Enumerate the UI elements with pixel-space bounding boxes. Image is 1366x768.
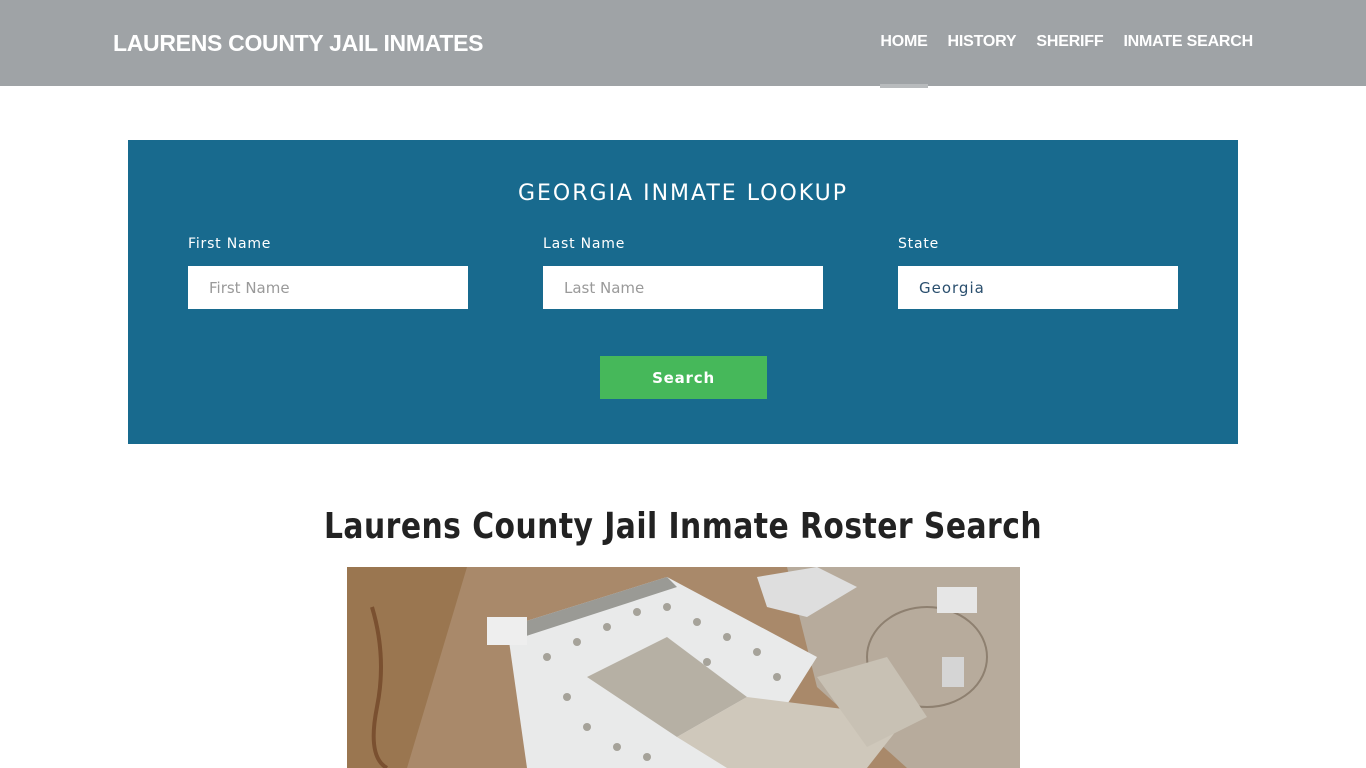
first-name-label: First Name: [188, 236, 272, 252]
last-name-input[interactable]: [543, 266, 823, 309]
search-button[interactable]: Search: [600, 356, 767, 399]
jail-aerial-illustration: [347, 567, 1020, 768]
nav-inmate-search[interactable]: INMATE SEARCH: [1123, 33, 1253, 53]
nav-sheriff[interactable]: SHERIFF: [1036, 33, 1103, 53]
main-nav: HOME HISTORY SHERIFF INMATE SEARCH: [880, 33, 1253, 88]
state-group: State Georgia: [898, 236, 1178, 309]
last-name-label: Last Name: [543, 236, 626, 252]
nav-history[interactable]: HISTORY: [948, 33, 1017, 53]
first-name-input[interactable]: [188, 266, 468, 309]
lookup-title: GEORGIA INMATE LOOKUP: [517, 181, 849, 206]
page-title: Laurens County Jail Inmate Roster Search: [323, 506, 1043, 547]
state-label: State: [898, 236, 940, 252]
jail-aerial-image: [347, 567, 1020, 768]
site-brand-link[interactable]: LAURENS COUNTY JAIL INMATES: [113, 30, 483, 57]
last-name-group: Last Name: [543, 236, 823, 309]
first-name-group: First Name: [188, 236, 468, 309]
state-select[interactable]: Georgia: [898, 266, 1178, 309]
site-header: LAURENS COUNTY JAIL INMATES HOME HISTORY…: [0, 0, 1366, 88]
nav-home[interactable]: HOME: [880, 33, 928, 88]
